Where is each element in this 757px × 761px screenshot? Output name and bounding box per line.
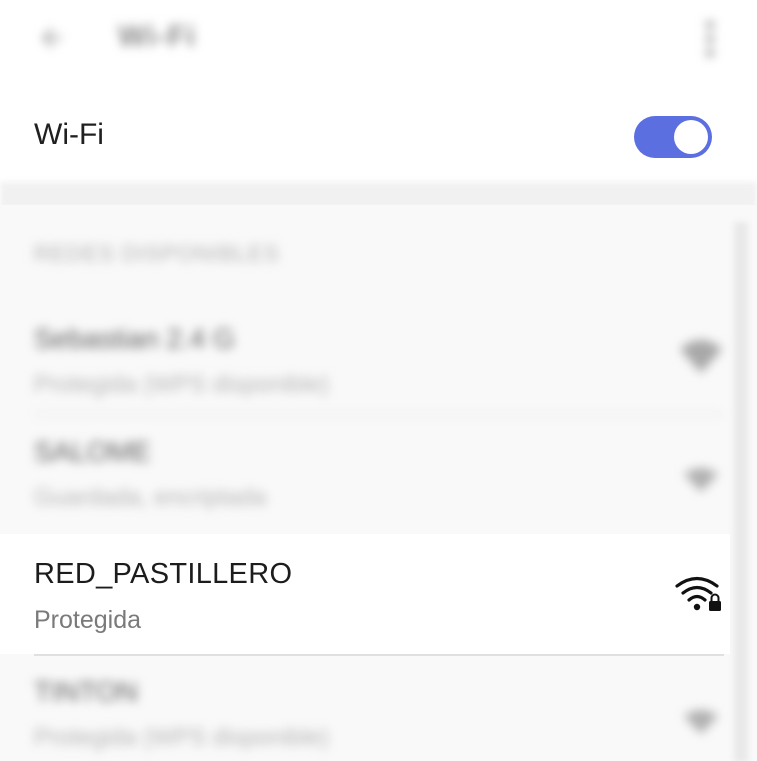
network-name: Sebastian 2.4 G <box>34 323 235 354</box>
divider <box>34 654 724 656</box>
network-item[interactable]: TINTON Protegida (WPS disponible) <box>0 670 730 761</box>
network-item[interactable]: SALOME Guardada, encriptada <box>0 430 730 530</box>
toggle-knob <box>674 120 708 154</box>
wifi-lock-icon <box>676 458 726 498</box>
section-header: REDES DISPONIBLES <box>34 241 280 266</box>
wifi-toggle-row[interactable]: Wi-Fi <box>0 90 757 182</box>
wifi-lock-icon <box>676 335 726 375</box>
wifi-toggle-label: Wi-Fi <box>34 118 104 151</box>
network-status: Guardada, encriptada <box>34 484 267 511</box>
wifi-toggle-switch[interactable] <box>634 116 712 158</box>
more-vert-icon[interactable] <box>694 14 726 64</box>
scrollbar[interactable] <box>734 222 748 761</box>
network-item[interactable]: Sebastian 2.4 G Protegida (WPS disponibl… <box>0 315 730 415</box>
network-list: REDES DISPONIBLES Sebastian 2.4 G Proteg… <box>0 205 757 761</box>
wifi-lock-icon <box>676 700 726 740</box>
network-item-red-pastillero[interactable]: RED_PASTILLERO Protegida <box>0 534 730 656</box>
network-name: SALOME <box>34 436 151 467</box>
app-bar: Wi-Fi <box>0 0 757 80</box>
network-status: Protegida <box>34 606 142 634</box>
network-name: TINTON <box>34 676 138 707</box>
arrow-back-icon[interactable] <box>30 16 74 60</box>
wifi-lock-icon <box>674 574 724 614</box>
wifi-settings-screen: Wi-Fi Wi-Fi REDES DISPONIBLES Sebastian … <box>0 0 757 761</box>
network-status: Protegida (WPS disponible) <box>34 371 329 398</box>
divider <box>34 413 724 415</box>
network-name: RED_PASTILLERO <box>34 558 293 590</box>
network-status: Protegida (WPS disponible) <box>34 724 329 751</box>
page-title: Wi-Fi <box>118 20 197 53</box>
